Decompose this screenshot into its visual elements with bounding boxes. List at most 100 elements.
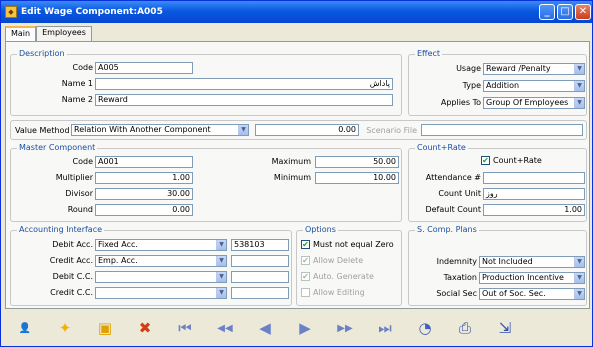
app-icon: ◆ [5, 6, 17, 18]
search-icon[interactable]: ◔ [415, 318, 435, 338]
indemnity-select[interactable]: Not Included ▼ [479, 256, 585, 268]
tab-main[interactable]: Main [5, 26, 37, 42]
chevron-down-icon[interactable]: ▼ [216, 256, 226, 266]
prev-page-icon[interactable]: ◀◀ [215, 318, 235, 338]
usage-value: Reward /Penalty [486, 64, 551, 73]
exit-icon[interactable]: ⇲ [495, 318, 515, 338]
s-comp-plans-group: S. Comp. Plans Indemnity Not Included ▼ T… [408, 225, 587, 306]
copy-icon[interactable]: ▣ [95, 318, 115, 338]
options-group: Options ✔ Must not equal Zero ✔ Allow Dele… [296, 225, 402, 306]
debit-acc-value: Fixed Acc. [98, 240, 138, 249]
multiplier-field[interactable]: 1.00 [95, 172, 193, 184]
taxation-value: Production Incentive [482, 273, 564, 282]
checkmark-icon: ✔ [481, 156, 490, 165]
credit-acc-select[interactable]: Emp. Acc. ▼ [95, 255, 227, 267]
delete-icon[interactable]: ✖ [135, 318, 155, 338]
scenario-file-field[interactable] [421, 124, 583, 136]
master-component-group: Master Component Code A001 Multiplier 1.… [10, 143, 402, 222]
master-code-field[interactable]: A001 [95, 156, 193, 168]
name2-field[interactable]: Reward [95, 94, 393, 106]
minimize-icon[interactable]: _ [539, 4, 555, 20]
credit-cc-select[interactable]: ▼ [95, 287, 227, 299]
count-unit-field[interactable]: روز [483, 188, 585, 200]
applies-to-select[interactable]: Group Of Employees ▼ [483, 97, 585, 109]
print-icon[interactable]: ⎙ [455, 318, 475, 338]
next-page-icon[interactable]: ▶▶ [335, 318, 355, 338]
value-method-amount[interactable]: 0.00 [255, 124, 359, 136]
maximize-icon[interactable]: □ [557, 4, 573, 20]
taxation-select[interactable]: Production Incentive ▼ [479, 272, 585, 284]
applies-to-value: Group Of Employees [486, 98, 569, 107]
count-rate-checkbox[interactable]: ✔ Count+Rate [481, 156, 542, 165]
count-rate-group-label: Count+Rate [415, 143, 468, 152]
options-group-label: Options [303, 225, 338, 234]
type-label: Type [462, 81, 481, 90]
count-rate-checkbox-label: Count+Rate [493, 156, 542, 165]
must-not-equal-zero-label: Must not equal Zero [313, 240, 394, 249]
new-icon[interactable]: ✦ [55, 318, 75, 338]
maximum-field[interactable]: 50.00 [315, 156, 399, 168]
debit-cc-code[interactable] [231, 271, 289, 283]
first-icon[interactable]: ⏮ [175, 318, 195, 338]
chevron-down-icon[interactable]: ▼ [574, 289, 584, 299]
main-panel: Description Code A005 Name 1 پاداش Name … [5, 41, 590, 309]
allow-delete-checkbox[interactable]: ✔ Allow Delete [301, 256, 363, 265]
attendance-field[interactable] [483, 172, 585, 184]
social-sec-select[interactable]: Out of Soc. Sec. ▼ [479, 288, 585, 300]
round-field[interactable]: 0.00 [95, 204, 193, 216]
must-not-equal-zero-checkbox[interactable]: ✔ Must not equal Zero [301, 240, 394, 249]
debit-cc-select[interactable]: ▼ [95, 271, 227, 283]
last-icon[interactable]: ⏭ [375, 318, 395, 338]
user-icon[interactable]: 👤 [15, 318, 35, 338]
auto-generate-label: Auto. Generate [313, 272, 374, 281]
chevron-down-icon[interactable]: ▼ [574, 257, 584, 267]
description-group: Description Code A005 Name 1 پاداش Name … [10, 49, 402, 116]
default-count-field[interactable]: 1.00 [483, 204, 585, 216]
credit-acc-label: Credit Acc. [49, 256, 93, 265]
code-field[interactable]: A005 [95, 62, 193, 74]
credit-cc-code[interactable] [231, 287, 289, 299]
chevron-down-icon[interactable]: ▼ [216, 240, 226, 250]
type-select[interactable]: Addition ▼ [483, 80, 585, 92]
count-rate-group: Count+Rate ✔ Count+Rate Attendance # Coun… [408, 143, 587, 222]
allow-editing-label: Allow Editing [313, 288, 365, 297]
debit-acc-code[interactable]: 538103 [231, 239, 289, 251]
prev-icon[interactable]: ◀ [255, 318, 275, 338]
next-icon[interactable]: ▶ [295, 318, 315, 338]
usage-label: Usage [456, 64, 481, 73]
title-bar[interactable]: ◆ Edit Wage Component:A005 _ □ ✕ [1, 1, 592, 23]
checkmark-icon: ✔ [301, 240, 310, 249]
value-method-select[interactable]: Relation With Another Component ▼ [71, 124, 249, 136]
tab-strip: Main Employees [5, 26, 92, 42]
minimum-field[interactable]: 10.00 [315, 172, 399, 184]
tab-employees[interactable]: Employees [36, 26, 92, 41]
name1-field[interactable]: پاداش [95, 78, 393, 90]
social-sec-value: Out of Soc. Sec. [482, 289, 546, 298]
master-component-group-label: Master Component [17, 143, 98, 152]
indemnity-value: Not Included [482, 257, 533, 266]
window-title: Edit Wage Component:A005 [21, 7, 163, 17]
chevron-down-icon[interactable]: ▼ [216, 272, 226, 282]
chevron-down-icon[interactable]: ▼ [216, 288, 226, 298]
divisor-field[interactable]: 30.00 [95, 188, 193, 200]
chevron-down-icon[interactable]: ▼ [238, 125, 248, 135]
chevron-down-icon[interactable]: ▼ [574, 273, 584, 283]
chevron-down-icon[interactable]: ▼ [574, 64, 584, 74]
auto-generate-checkbox[interactable]: ✔ Auto. Generate [301, 272, 374, 281]
checkmark-icon: ✔ [301, 256, 310, 265]
usage-select[interactable]: Reward /Penalty ▼ [483, 63, 585, 75]
credit-acc-code[interactable] [231, 255, 289, 267]
multiplier-label: Multiplier [55, 173, 93, 182]
bottom-toolbar: 👤 ✦ ▣ ✖ ⏮ ◀◀ ◀ ▶ ▶▶ ⏭ ◔ ⎙ ⇲ [5, 312, 590, 344]
description-group-label: Description [17, 49, 67, 58]
divisor-label: Divisor [65, 189, 93, 198]
chevron-down-icon[interactable]: ▼ [574, 81, 584, 91]
code-label: Code [72, 63, 93, 72]
effect-group-label: Effect [415, 49, 443, 58]
close-icon[interactable]: ✕ [575, 4, 591, 20]
edit-wage-component-window: ◆ Edit Wage Component:A005 _ □ ✕ Main Em… [0, 0, 593, 347]
allow-editing-checkbox[interactable]: Allow Editing [301, 288, 365, 297]
debit-acc-select[interactable]: Fixed Acc. ▼ [95, 239, 227, 251]
name2-label: Name 2 [61, 95, 93, 104]
chevron-down-icon[interactable]: ▼ [574, 98, 584, 108]
